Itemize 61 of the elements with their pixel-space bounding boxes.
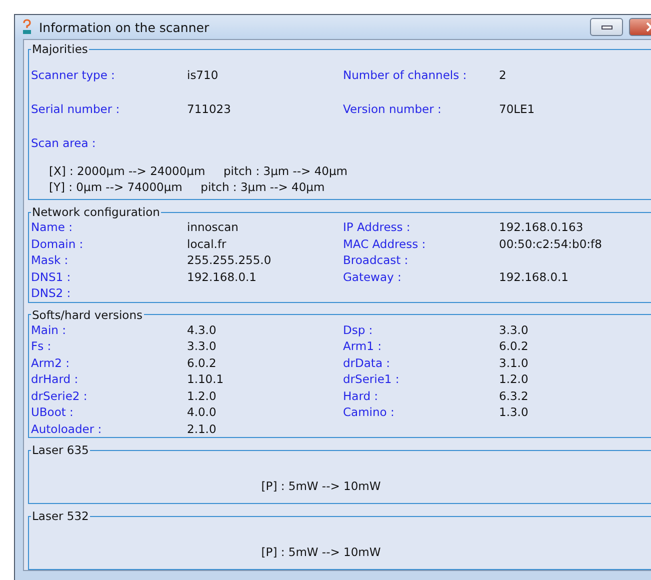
field-value: 192.168.0.163 xyxy=(499,219,584,236)
field-value: 00:50:c2:54:b0:f8 xyxy=(499,236,603,252)
field-label: Mask : xyxy=(31,252,70,268)
field-label: Gateway : xyxy=(343,268,402,285)
field-value: 2 xyxy=(499,67,508,84)
field-value: [P] : 5mW --> 10mW xyxy=(261,545,381,559)
field-label: UBoot : xyxy=(31,404,74,420)
field-label: drData : xyxy=(343,354,392,371)
field-label: Camino : xyxy=(343,404,396,420)
window-title: Information on the scanner xyxy=(39,20,210,34)
field-label: Scan area : xyxy=(31,136,96,150)
field-value: 6.3.2 xyxy=(499,388,530,404)
field-label: Arm1 : xyxy=(343,338,382,354)
field-label: Fs : xyxy=(31,338,52,354)
field-value: local.fr xyxy=(187,236,228,252)
field-value: 1.2.0 xyxy=(187,388,218,404)
field-value: 1.10.1 xyxy=(187,371,225,388)
field-label: IP Address : xyxy=(343,219,412,236)
field-label: MAC Address : xyxy=(343,236,427,252)
group-title: Network configuration xyxy=(31,205,161,219)
field-value: [X] : 2000µm --> 24000µm pitch : 3µm --> 40µm xyxy=(49,163,348,179)
field-label: DNS1 : xyxy=(31,268,72,285)
field-value: [Y] : 0µm --> 74000µm pitch : 3µm --> 40µm xyxy=(49,179,326,195)
field-value: 70LE1 xyxy=(499,101,536,118)
field-value: innoscan xyxy=(187,219,240,236)
field-value: 192.168.0.1 xyxy=(187,268,258,285)
field-value: 3.1.0 xyxy=(499,354,530,371)
field-value: 711023 xyxy=(187,101,232,118)
field-label: Dsp : xyxy=(343,322,374,338)
group-title: Softs/hard versions xyxy=(31,308,144,322)
field-label: Arm2 : xyxy=(31,354,70,371)
field-value: 3.3.0 xyxy=(187,338,218,354)
field-label: drHard : xyxy=(31,371,80,388)
field-value: 4.0.0 xyxy=(187,404,218,420)
field-label: drSerie2 : xyxy=(31,388,88,404)
group-title: Majorities xyxy=(31,42,89,56)
field-value: 3.3.0 xyxy=(499,322,530,338)
field-label: Scanner type : xyxy=(31,67,116,84)
field-value: 255.255.255.0 xyxy=(187,252,272,268)
field-label: drSerie1 : xyxy=(343,371,400,388)
field-label: Serial number : xyxy=(31,101,121,118)
field-value: 4.3.0 xyxy=(187,322,218,338)
field-label: Main : xyxy=(31,322,67,338)
field-label: Domain : xyxy=(31,236,84,252)
group-title: Laser 532 xyxy=(31,509,90,523)
field-label: Number of channels : xyxy=(343,67,468,84)
field-value: 6.0.2 xyxy=(187,354,218,371)
field-label: Autoloader : xyxy=(31,420,103,437)
field-value: 1.2.0 xyxy=(499,371,530,388)
field-label: DNS2 : xyxy=(31,285,72,302)
field-value: [P] : 5mW --> 10mW xyxy=(261,479,381,493)
field-value: is710 xyxy=(187,67,220,84)
field-value: 1.3.0 xyxy=(499,404,530,420)
field-value: 192.168.0.1 xyxy=(499,268,570,285)
group-title: Laser 635 xyxy=(31,443,90,457)
field-label: Hard : xyxy=(343,388,380,404)
field-label: Name : xyxy=(31,219,74,236)
field-label: Version number : xyxy=(343,101,442,118)
field-label: Broadcast : xyxy=(343,252,410,268)
field-value: 2.1.0 xyxy=(187,420,218,437)
field-value: 6.0.2 xyxy=(499,338,530,354)
